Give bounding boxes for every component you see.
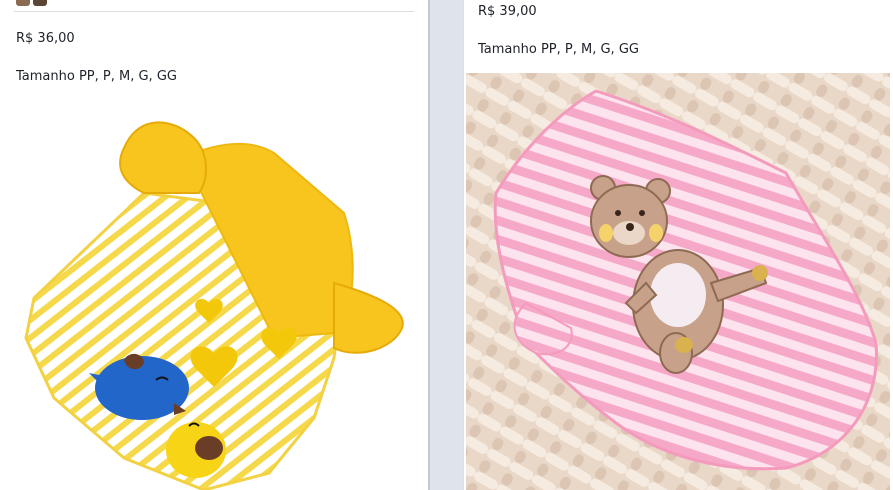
post-price: R$ 39,00 [478,4,537,19]
post-price: R$ 36,00 [16,31,75,46]
post-sizes: Tamanho PP, P, M, G, GG [478,42,639,57]
yellow-chick-icon [166,422,226,478]
divider [14,11,414,12]
product-image-yellow-shirt[interactable] [14,98,414,490]
avatar[interactable] [33,0,47,6]
product-image-pink-shirt[interactable] [466,73,890,490]
post-card-left: R$ 36,00 Tamanho PP, P, M, G, GG [0,0,428,490]
avatar[interactable] [16,0,30,6]
post-card-right: R$ 39,00 Tamanho PP, P, M, G, GG [463,0,893,490]
post-sizes: Tamanho PP, P, M, G, GG [16,69,177,84]
feed-gutter [430,0,463,490]
